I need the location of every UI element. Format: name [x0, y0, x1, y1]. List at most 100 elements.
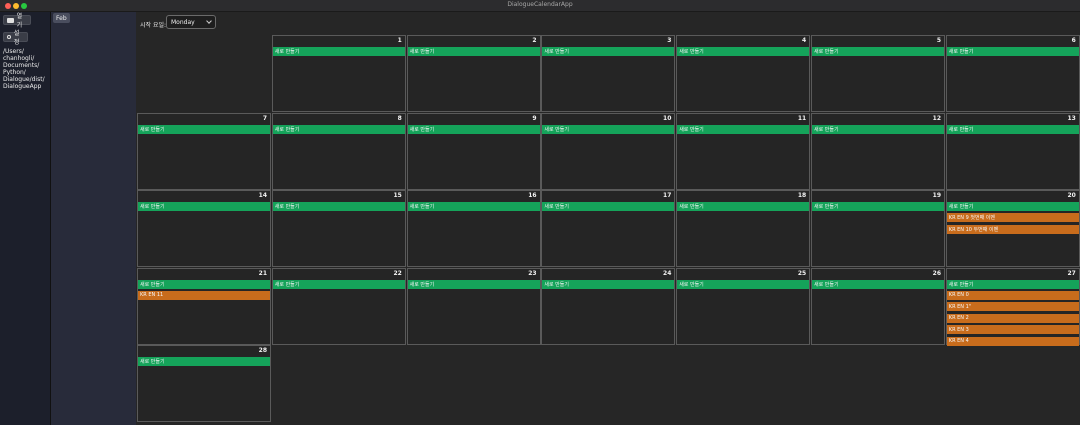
- day-number: 9: [532, 114, 537, 122]
- day-cell: 1 새로 만들기: [271, 35, 406, 112]
- file-path-line: DialogueApp: [3, 83, 42, 90]
- folder-icon: [7, 17, 14, 23]
- file-path-line: Documents/: [3, 62, 40, 69]
- new-event-button[interactable]: 새로 만들기: [272, 279, 405, 289]
- day-cell: 8 새로 만들기: [271, 112, 406, 190]
- day-cell: 26 새로 만들기: [811, 267, 945, 345]
- new-event-button[interactable]: 새로 만들기: [272, 47, 405, 56]
- day-cell: 16 새로 만들기: [406, 190, 541, 268]
- new-event-button[interactable]: 새로 만들기: [946, 202, 1079, 212]
- day-number: 15: [393, 192, 402, 200]
- day-cell: 19 새로 만들기: [811, 190, 945, 268]
- open-button[interactable]: 열기: [3, 13, 31, 29]
- new-event-button[interactable]: 새로 만들기: [677, 124, 810, 134]
- day-cell: 27 새로 만들기 KR EN 0 KR EN 1" KR EN 2 KR EN 3 KR …: [945, 267, 1080, 346]
- event-item[interactable]: KR EN 2: [946, 313, 1079, 323]
- day-number: 8: [397, 114, 402, 122]
- settings-button-label: 설정: [13, 30, 20, 46]
- day-number: 20: [1067, 192, 1076, 200]
- event-item[interactable]: KR EN 3: [946, 325, 1079, 335]
- window-title: DialogueCalendarApp: [507, 1, 573, 8]
- new-event-button[interactable]: 새로 만들기: [946, 124, 1079, 134]
- day-cell: 10 새로 만들기: [541, 112, 676, 190]
- day-cell: 23 새로 만들기: [406, 267, 541, 345]
- month-button-feb[interactable]: Feb: [53, 13, 70, 23]
- new-event-button[interactable]: 새로 만들기: [138, 279, 270, 289]
- title-bar: DialogueCalendarApp: [0, 0, 1080, 12]
- new-event-button[interactable]: 새로 만들기: [677, 202, 810, 212]
- day-number: 19: [932, 192, 941, 200]
- new-event-button[interactable]: 새로 만들기: [138, 357, 270, 367]
- new-event-button[interactable]: 새로 만들기: [407, 279, 540, 289]
- file-path: /Users/ chanhogli/ Documents/ Python/ Di…: [3, 48, 49, 90]
- start-day-label: 시작 요일:: [140, 22, 167, 29]
- new-event-button[interactable]: 새로 만들기: [812, 279, 944, 289]
- day-cell: 22 새로 만들기: [271, 267, 406, 345]
- new-event-button[interactable]: 새로 만들기: [677, 279, 810, 289]
- new-event-button[interactable]: 새로 만들기: [407, 124, 540, 134]
- day-number: 2: [532, 37, 537, 44]
- day-cell: 12 새로 만들기: [811, 112, 945, 190]
- day-number: 24: [663, 269, 672, 277]
- day-cell: 4 새로 만들기: [676, 35, 811, 112]
- event-item[interactable]: KR EN 4: [946, 336, 1079, 346]
- new-event-button[interactable]: 새로 만들기: [946, 279, 1079, 289]
- open-button-label: 열기: [16, 13, 23, 29]
- new-event-button[interactable]: 새로 만들기: [542, 47, 675, 56]
- event-item[interactable]: KR EN 10 두번째 이벤: [946, 224, 1079, 234]
- new-event-button[interactable]: 새로 만들기: [812, 124, 944, 134]
- new-event-button[interactable]: 새로 만들기: [272, 202, 405, 212]
- day-cell: 6 새로 만들기: [945, 35, 1080, 112]
- new-event-button[interactable]: 새로 만들기: [812, 47, 944, 56]
- day-cell: 18 새로 만들기: [676, 190, 811, 268]
- day-number: 22: [393, 269, 402, 277]
- day-number: 21: [258, 269, 267, 277]
- day-number: 7: [262, 114, 267, 122]
- day-number: 17: [663, 192, 672, 200]
- day-number: 16: [528, 192, 537, 200]
- file-path-line: /Users/: [3, 48, 24, 55]
- day-cell: 3 새로 만들기: [541, 35, 676, 112]
- new-event-button[interactable]: 새로 만들기: [542, 124, 675, 134]
- new-event-button[interactable]: 새로 만들기: [138, 202, 270, 212]
- day-number: 10: [663, 114, 672, 122]
- event-item[interactable]: KR EN 9 첫번째 이벤: [946, 213, 1079, 223]
- new-event-button[interactable]: 새로 만들기: [272, 124, 405, 134]
- day-number: 18: [797, 192, 807, 200]
- new-event-button[interactable]: 새로 만들기: [542, 279, 675, 289]
- file-path-line: Dialogue/dist/: [3, 76, 45, 83]
- new-event-button[interactable]: 새로 만들기: [407, 202, 540, 212]
- gear-icon: [7, 35, 11, 39]
- day-number: 25: [797, 269, 807, 277]
- day-number: 23: [528, 269, 537, 277]
- day-cell: 14 새로 만들기: [137, 190, 271, 268]
- month-list: Feb: [51, 12, 136, 425]
- chevron-down-icon: [206, 18, 212, 24]
- new-event-button[interactable]: 새로 만들기: [407, 47, 540, 56]
- event-item[interactable]: KR EN 0: [946, 290, 1079, 300]
- new-event-button[interactable]: 새로 만들기: [542, 202, 675, 212]
- day-cell: 25 새로 만들기: [676, 267, 811, 345]
- start-day-value: Monday: [171, 18, 195, 26]
- day-number: 28: [258, 347, 267, 355]
- event-item[interactable]: KR EN 1": [946, 302, 1079, 312]
- day-cell: 11 새로 만들기: [676, 112, 811, 190]
- new-event-button[interactable]: 새로 만들기: [812, 202, 944, 212]
- day-number: 13: [1067, 114, 1076, 122]
- new-event-button[interactable]: 새로 만들기: [946, 47, 1079, 56]
- event-item[interactable]: KR EN 11: [138, 290, 270, 300]
- file-path-line: chanhogli/: [3, 55, 35, 62]
- new-event-button[interactable]: 새로 만들기: [138, 124, 270, 134]
- day-cell: 7 새로 만들기: [137, 112, 271, 190]
- settings-button[interactable]: 설정: [3, 30, 28, 46]
- day-cell: 13 새로 만들기: [945, 112, 1080, 190]
- start-day-select[interactable]: Monday: [166, 15, 216, 29]
- day-cell: 5 새로 만들기: [811, 35, 945, 112]
- day-cell: 2 새로 만들기: [406, 35, 541, 112]
- new-event-button[interactable]: 새로 만들기: [677, 47, 810, 56]
- day-number: 3: [667, 37, 672, 44]
- day-cell: 21 새로 만들기 KR EN 11: [137, 267, 271, 345]
- day-number: 27: [1067, 269, 1076, 277]
- day-number: 14: [258, 192, 267, 200]
- day-number: 1: [397, 37, 402, 44]
